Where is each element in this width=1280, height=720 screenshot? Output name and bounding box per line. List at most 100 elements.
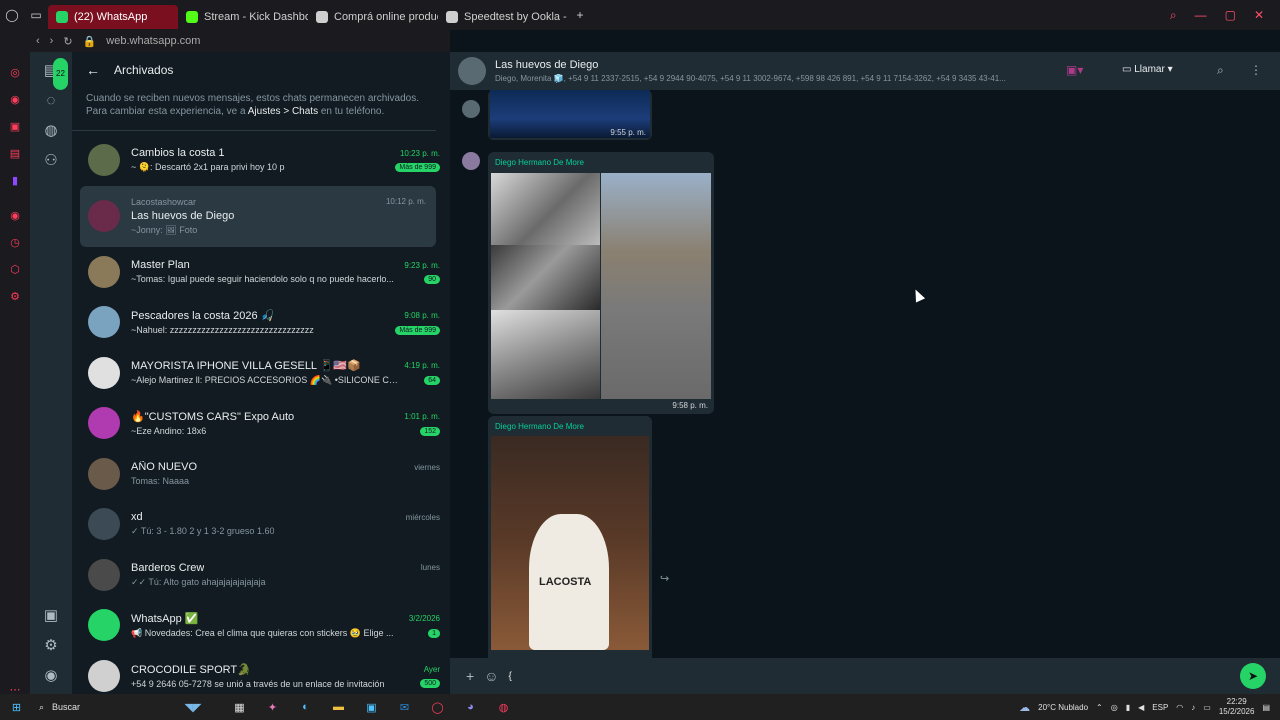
tab-menu-icon[interactable]: ▭ xyxy=(24,8,48,22)
network-icon[interactable]: ◎ xyxy=(1111,703,1118,712)
taskbar-search[interactable]: ⌕ Buscar xyxy=(33,702,163,713)
sidebar-twitch-icon[interactable]: ▮ xyxy=(0,174,30,187)
search-icon[interactable]: ⌕ xyxy=(1217,63,1224,78)
app-icon[interactable]: ◍ xyxy=(487,701,520,714)
chat-avatar[interactable] xyxy=(88,407,120,440)
chat-list-item[interactable]: Cambios la costa 1 10:23 p. m. ~ 🫠: Descar… xyxy=(72,135,450,186)
opera-icon[interactable]: ◯ xyxy=(421,701,454,714)
volume-icon[interactable]: ◀ xyxy=(1138,703,1144,712)
group-avatar[interactable] xyxy=(458,57,486,85)
chat-time: 1:01 p. m. xyxy=(404,412,440,422)
chat-list-item[interactable]: MAYORISTA IPHONE VILLA GESELL 📱🇺🇸📦 4:19 p… xyxy=(72,348,450,399)
explorer-icon[interactable]: ▬ xyxy=(322,701,355,713)
send-button[interactable]: ➤ xyxy=(1240,663,1266,689)
edge-icon[interactable]: ◐ xyxy=(289,701,322,713)
chat-list-item[interactable]: Pescadores la costa 2026 🎣 9:08 p. m. ~Nah… xyxy=(72,297,450,348)
language[interactable]: ESP xyxy=(1152,703,1168,712)
search-tabs-icon[interactable]: ⌕ xyxy=(1170,8,1177,23)
chat-list-item[interactable]: xd miércoles ✓ Tú: 3 - 1.80 2 y 1 3-2 grue… xyxy=(72,499,450,550)
sidebar-messenger-icon[interactable]: ◎ xyxy=(0,66,30,79)
communities-icon[interactable]: ⚇ xyxy=(30,146,72,176)
chat-list-item[interactable]: Barderos Crew lunes ✓✓ Tú: Alto gato ahaja… xyxy=(72,550,450,601)
photo-street-car[interactable] xyxy=(601,173,711,399)
tab-favicon-icon xyxy=(446,10,458,23)
photo-rim[interactable] xyxy=(491,310,600,399)
browser-tab[interactable]: Speedtest by Ookla - The xyxy=(438,5,568,29)
chat-avatar[interactable] xyxy=(88,508,120,541)
maximize-icon[interactable]: ▢ xyxy=(1225,8,1236,23)
url-field[interactable]: web.whatsapp.com xyxy=(106,35,200,47)
channels-icon[interactable]: ◍ xyxy=(30,116,72,146)
sidebar-whatsapp-icon[interactable]: ◉ xyxy=(0,93,30,106)
chat-avatar[interactable] xyxy=(88,306,120,339)
chat-avatar[interactable] xyxy=(88,558,120,591)
photo-mate-cup[interactable]: LACOSTA xyxy=(491,436,649,650)
emoji-icon[interactable]: ☺ xyxy=(484,668,498,684)
task-view-icon[interactable]: ▦ xyxy=(223,701,256,714)
mic-icon[interactable]: ▮ xyxy=(1126,703,1130,712)
chat-avatar[interactable] xyxy=(88,457,120,490)
attach-icon[interactable]: + xyxy=(466,668,474,684)
store-icon[interactable]: ▣ xyxy=(355,701,388,714)
start-icon[interactable]: ⊞ xyxy=(0,701,33,714)
back-arrow-icon[interactable]: ← xyxy=(86,62,100,78)
back-icon[interactable]: ‹ xyxy=(36,35,40,47)
opera-logo-icon[interactable]: ◯ xyxy=(0,8,24,22)
sidebar-chat-icon[interactable]: ▣ xyxy=(0,120,30,133)
chats-icon[interactable]: ▤ 22 xyxy=(30,56,72,90)
chat-time: 3/2/2026 xyxy=(408,613,440,623)
settings-icon[interactable]: ⚙ xyxy=(30,631,72,661)
media-icon[interactable]: ▣ xyxy=(30,601,72,631)
chat-list-item[interactable]: AÑO NUEVO viernes Tomas: Naaaa xyxy=(72,449,450,500)
browser-tab[interactable]: Comprá online productos xyxy=(308,5,438,29)
chevron-up-icon[interactable]: ⌃ xyxy=(1096,703,1103,712)
forward-icon[interactable]: ↪ xyxy=(660,572,669,585)
windows-taskbar: ⊞ ⌕ Buscar ◥◤ ▦ ✦ ◐ ▬ ▣ ✉ ◯ ◕ ◍ ☁ 20°C Nu… xyxy=(0,694,1280,720)
photo-dashboard[interactable] xyxy=(491,245,600,310)
chat-avatar[interactable] xyxy=(88,144,120,177)
sidebar-history-icon[interactable]: ◷ xyxy=(0,236,30,249)
chat-avatar[interactable] xyxy=(88,356,120,389)
weather-text[interactable]: 20°C Nublado xyxy=(1038,703,1088,712)
sidebar-settings-icon[interactable]: ⚙ xyxy=(0,290,30,303)
browser-tab[interactable]: Stream - Kick Dashboard xyxy=(178,5,308,29)
forward-icon[interactable]: › xyxy=(50,35,54,47)
chat-body: xd miércoles ✓ Tú: 3 - 1.80 2 y 1 3-2 grue… xyxy=(131,511,450,537)
chat-list-item[interactable]: Master Plan 9:23 p. m. ~Tomas: Igual puede… xyxy=(72,247,450,298)
photo-wheel[interactable] xyxy=(491,173,600,245)
sidebar-download-icon[interactable]: ⬡ xyxy=(0,263,30,276)
chat-avatar[interactable] xyxy=(88,659,120,692)
tab-label: (22) WhatsApp xyxy=(74,10,148,23)
chat-list-item[interactable]: WhatsApp ✅ 3/2/2026 📢 Novedades: Crea el c… xyxy=(72,600,450,651)
sender-name[interactable]: Diego Hermano De More xyxy=(495,158,584,167)
speaker-icon[interactable]: ♪ xyxy=(1191,703,1195,712)
close-icon[interactable]: ✕ xyxy=(1254,8,1264,23)
sidebar-music-icon[interactable]: ◉ xyxy=(0,209,30,222)
chat-avatar[interactable] xyxy=(88,609,120,642)
notification-icon[interactable]: ▤ xyxy=(1262,703,1270,712)
sidebar-ai-icon[interactable]: ▤ xyxy=(0,147,30,160)
reload-icon[interactable]: ↻ xyxy=(63,35,72,48)
dolphin-widget-icon[interactable]: ◥◤ xyxy=(163,701,223,714)
copilot-icon[interactable]: ✦ xyxy=(256,701,289,714)
call-button[interactable]: ▭ Llamar ▾ xyxy=(1122,64,1173,75)
status-icon[interactable]: ◌ xyxy=(30,86,72,116)
wifi-icon[interactable]: ◠ xyxy=(1176,703,1183,712)
chat-avatar[interactable] xyxy=(88,255,120,288)
chat-avatar[interactable] xyxy=(88,200,120,232)
sender-name[interactable]: Diego Hermano De More xyxy=(495,422,584,431)
outlook-icon[interactable]: ✉ xyxy=(388,701,421,714)
group-photo-icon[interactable]: ▣▾ xyxy=(1066,63,1083,77)
discord-icon[interactable]: ◕ xyxy=(454,701,487,713)
chat-list-item[interactable]: Lacostashowcar 10:12 p. m. Las huevos de D… xyxy=(80,185,436,247)
conversation-header[interactable]: Las huevos de Diego Diego, Morenita 🧊, +… xyxy=(450,52,1280,90)
browser-tab[interactable]: (22) WhatsApp xyxy=(48,4,178,29)
minimize-icon[interactable]: — xyxy=(1195,8,1207,23)
profile-icon[interactable]: ◉ xyxy=(30,661,72,691)
new-tab-icon[interactable]: + xyxy=(568,8,592,22)
clock[interactable]: 22:29 15/2/2026 xyxy=(1219,697,1255,717)
message-input[interactable]: { xyxy=(508,671,511,682)
chat-list-item[interactable]: 🔥"CUSTOMS CARS" Expo Auto 1:01 p. m. ~Eze … xyxy=(72,398,450,449)
battery-icon[interactable]: ▭ xyxy=(1203,703,1211,712)
menu-icon[interactable]: ⋮ xyxy=(1250,63,1262,77)
